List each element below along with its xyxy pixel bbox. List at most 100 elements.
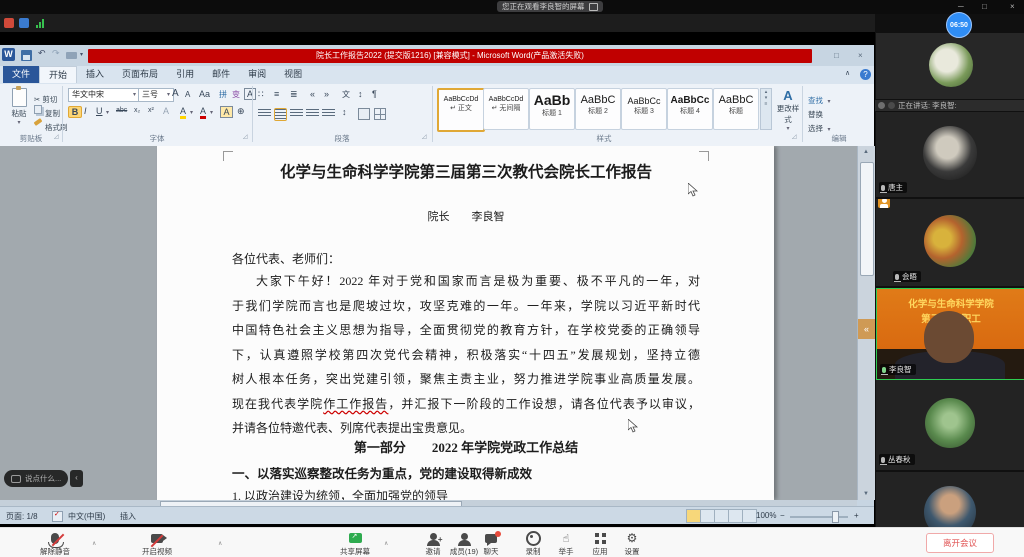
undo-icon[interactable]: ↶ — [38, 48, 46, 59]
word-restore-button[interactable]: □ — [834, 50, 839, 62]
insert-mode-indicator[interactable]: 插入 — [120, 511, 136, 522]
asian-layout-icon[interactable]: 文 — [342, 89, 350, 100]
word-close-button[interactable]: × — [858, 50, 863, 62]
change-case-icon[interactable]: Aa — [199, 89, 210, 99]
style-heading2[interactable]: AaBbC 标题 2 — [575, 88, 621, 130]
zoom-slider-thumb[interactable] — [832, 511, 839, 523]
style-heading4[interactable]: AaBbCc 标题 4 — [667, 88, 713, 130]
zoom-in-icon[interactable]: + — [854, 511, 859, 520]
sidebar-collapse-handle[interactable]: « — [858, 319, 875, 339]
show-marks-icon[interactable]: ¶ — [372, 89, 377, 99]
view-draft-icon[interactable] — [742, 509, 757, 523]
tab-insert[interactable]: 插入 — [77, 66, 113, 83]
security-icon[interactable] — [4, 18, 14, 28]
clipboard-dialog-launcher[interactable]: ◿ — [54, 133, 59, 140]
leave-meeting-button[interactable]: 离开会议 — [926, 533, 994, 553]
change-styles-button[interactable]: A 更改样式 ▾ — [776, 88, 800, 132]
bullets-icon[interactable]: ∷ — [258, 89, 264, 100]
info-icon[interactable] — [19, 18, 29, 28]
align-left-icon[interactable] — [258, 109, 271, 118]
font-family-combo[interactable]: 华文中宋▾ — [68, 88, 140, 102]
scroll-up-icon[interactable]: ▲ — [860, 147, 872, 157]
multilevel-list-icon[interactable]: ≣ — [290, 89, 298, 100]
borders-icon[interactable] — [374, 108, 386, 120]
sort-icon[interactable]: ↕ — [358, 89, 363, 99]
align-right-icon[interactable] — [290, 109, 303, 118]
collapse-ribbon-icon[interactable]: ∧ — [845, 69, 850, 77]
tab-page-layout[interactable]: 页面布局 — [113, 66, 167, 83]
font-color-dropdown-icon[interactable]: ▾ — [210, 109, 213, 116]
mic-options-icon[interactable]: ∧ — [92, 540, 96, 547]
highlight-dropdown-icon[interactable]: ▾ — [190, 109, 193, 116]
style-heading3[interactable]: AaBbCc 标题 3 — [621, 88, 667, 130]
participant-tile[interactable] — [876, 472, 1024, 527]
shading-icon[interactable] — [358, 108, 370, 120]
enclose-character-icon[interactable]: ⊕ — [237, 106, 245, 117]
camera-options-icon[interactable]: ∧ — [218, 540, 222, 547]
quick-message-pill[interactable]: 说点什么... — [4, 470, 68, 487]
line-spacing-icon[interactable]: ↕ — [342, 107, 347, 117]
tab-mailings[interactable]: 邮件 — [203, 66, 239, 83]
highlight-color-icon[interactable]: A — [180, 106, 186, 116]
bold-icon[interactable]: B — [68, 106, 82, 118]
scrollbar-thumb[interactable] — [860, 162, 874, 276]
style-heading1[interactable]: AaBb 标题 1 — [529, 88, 575, 130]
styles-gallery-scroll[interactable]: ▴ ▾ ≡ — [760, 88, 772, 130]
tab-home[interactable]: 开始 — [39, 66, 77, 83]
redo-icon[interactable]: ↷ — [52, 48, 60, 59]
view-print-layout-icon[interactable] — [686, 509, 701, 523]
distribute-icon[interactable] — [322, 109, 335, 118]
view-outline-icon[interactable] — [728, 509, 743, 523]
style-normal[interactable]: AaBbCcDd ↵ 正文 — [437, 88, 485, 132]
zoom-slider-track[interactable] — [790, 516, 848, 518]
font-dialog-launcher[interactable]: ◿ — [243, 133, 248, 140]
decrease-indent-icon[interactable]: « — [310, 89, 315, 99]
help-icon[interactable]: ? — [860, 69, 871, 80]
participant-tile[interactable]: 丛春秋 — [876, 380, 1024, 470]
settings-button[interactable]: ⚙ 设置 — [612, 531, 652, 557]
participant-tile[interactable]: 会晤 — [876, 199, 1024, 286]
scroll-down-icon[interactable]: ▼ — [860, 489, 872, 499]
share-options-icon[interactable]: ∧ — [384, 540, 388, 547]
shading-a-icon[interactable]: A — [220, 106, 233, 118]
qat-dropdown-icon[interactable]: ▾ — [80, 51, 83, 58]
tab-review[interactable]: 审阅 — [239, 66, 275, 83]
shrink-font-icon[interactable]: A — [185, 90, 190, 99]
justify-icon[interactable] — [306, 109, 319, 118]
superscript-icon[interactable]: x² — [148, 107, 154, 114]
vertical-scrollbar[interactable]: ▲ « ▼ — [857, 146, 875, 500]
style-no-spacing[interactable]: AaBbCcDd ↵ 无间隔 — [483, 88, 529, 130]
share-screen-button[interactable]: 共享屏幕 — [330, 531, 380, 557]
underline-icon[interactable]: U — [96, 106, 103, 116]
view-fullscreen-icon[interactable] — [700, 509, 715, 523]
start-video-button[interactable]: 开启视频 — [133, 531, 181, 557]
tab-view[interactable]: 视图 — [275, 66, 311, 83]
message-collapse-button[interactable]: ‹ — [70, 470, 83, 487]
view-web-icon[interactable] — [714, 509, 729, 523]
paragraph-dialog-launcher[interactable]: ◿ — [422, 133, 427, 140]
clock-badge[interactable]: 06:50 — [946, 12, 972, 38]
document-page[interactable]: 化学与生命科学学院第三届第三次教代会院长工作报告 院长 李良智 各位代表、老师们… — [157, 146, 774, 500]
phonetic-guide-icon[interactable]: 拼 — [219, 89, 227, 100]
chat-button[interactable]: 聊天 — [471, 531, 511, 557]
align-center-icon[interactable] — [274, 108, 287, 121]
grow-font-icon[interactable]: A — [172, 88, 179, 99]
participant-tile[interactable]: 唐主 — [876, 112, 1024, 197]
numbering-icon[interactable]: ≡ — [274, 89, 279, 99]
close-button[interactable]: × — [1010, 1, 1015, 13]
strikethrough-icon[interactable]: abc — [116, 107, 127, 114]
underline-dropdown-icon[interactable]: ▾ — [106, 109, 109, 116]
subscript-icon[interactable]: x₂ — [134, 107, 140, 114]
italic-icon[interactable]: I — [84, 106, 87, 116]
character-style-icon[interactable]: 变 — [232, 89, 240, 100]
tab-references[interactable]: 引用 — [167, 66, 203, 83]
participant-tile[interactable] — [876, 33, 1024, 99]
save-icon[interactable] — [21, 50, 32, 61]
clear-formatting-icon[interactable]: A — [163, 106, 169, 116]
font-color-icon[interactable]: A — [200, 106, 206, 116]
tab-file[interactable]: 文件 — [3, 66, 39, 83]
print-icon[interactable] — [66, 52, 77, 59]
unmute-button[interactable]: 解除静音 — [30, 531, 80, 557]
page-indicator[interactable]: 页面: 1/8 — [6, 511, 38, 522]
language-indicator[interactable]: 中文(中国) — [68, 511, 105, 522]
